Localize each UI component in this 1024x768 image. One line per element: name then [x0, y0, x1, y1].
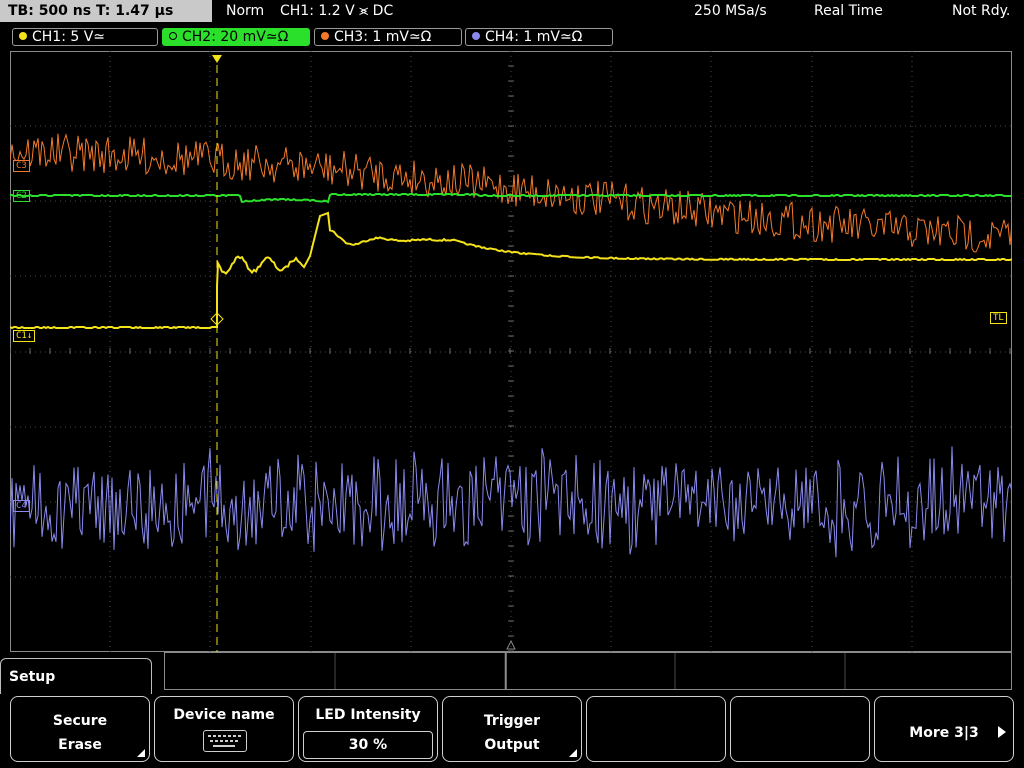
- device-name-button[interactable]: Device name: [154, 696, 294, 762]
- trigger-output-button[interactable]: Trigger Output: [442, 696, 582, 762]
- trigger-info[interactable]: CH1: 1.2 V ⪤ DC: [280, 3, 393, 20]
- acquisition-mode: Real Time: [814, 3, 883, 19]
- channel-tab-label: CH3: 1 mV≃Ω: [334, 29, 432, 45]
- next-page-icon: [998, 726, 1006, 738]
- softkey-label: Trigger: [483, 713, 541, 729]
- softkey-empty-6[interactable]: [730, 696, 870, 762]
- trigger-level-marker[interactable]: TL: [990, 312, 1007, 324]
- menu-title-tab: Setup: [0, 658, 152, 698]
- submenu-corner-icon: [137, 749, 145, 757]
- ch2-dot-icon: [169, 32, 177, 40]
- ch1-waveform: [10, 211, 1012, 330]
- channel-tab-label: CH4: 1 mV≃Ω: [485, 29, 583, 45]
- secure-erase-button[interactable]: Secure Erase: [10, 696, 150, 762]
- softkey-label: More 3|3: [909, 725, 979, 741]
- softkey-bar: Secure Erase Device name LED Intensity 3…: [0, 694, 1024, 768]
- waveform-canvas: [10, 51, 1012, 652]
- softkey-label: LED Intensity: [315, 707, 421, 723]
- channel-tabs: CH1: 5 V≃ CH2: 20 mV≃Ω CH3: 1 mV≃Ω CH4: …: [0, 26, 1024, 48]
- trigger-position-icon: [212, 55, 222, 63]
- reference-marker-icon: [506, 639, 516, 650]
- channel-tab-ch3[interactable]: CH3: 1 mV≃Ω: [314, 28, 462, 46]
- channel-tab-label: CH1: 5 V≃: [32, 29, 106, 45]
- keyboard-icon: [203, 730, 247, 752]
- softkey-empty-5[interactable]: [586, 696, 726, 762]
- submenu-corner-icon: [569, 749, 577, 757]
- softkey-label: Output: [484, 737, 540, 753]
- more-menu-button[interactable]: More 3|3: [874, 696, 1014, 762]
- center-axis-ticks: [10, 51, 1011, 652]
- channel-tab-label: CH2: 20 mV≃Ω: [182, 29, 289, 45]
- channel-tab-ch1[interactable]: CH1: 5 V≃: [12, 28, 158, 46]
- ch2-offset-marker[interactable]: C2: [13, 190, 30, 202]
- ch1-offset-marker[interactable]: C1↓: [13, 330, 36, 342]
- sample-rate: 250 MSa/s: [694, 3, 767, 19]
- ch4-offset-marker[interactable]: C4: [13, 500, 30, 512]
- softkey-label: Device name: [173, 707, 275, 723]
- acquisition-status: Not Rdy.: [952, 3, 1011, 19]
- ch1-dot-icon: [19, 32, 27, 40]
- ch4-dot-icon: [472, 32, 480, 40]
- led-intensity-button[interactable]: LED Intensity 30 %: [298, 696, 438, 762]
- channel-tab-ch2[interactable]: CH2: 20 mV≃Ω: [162, 28, 310, 46]
- overview-ticks: [334, 653, 846, 689]
- status-bar: TB: 500 ns T: 1.47 µs Norm CH1: 1.2 V ⪤ …: [0, 0, 1024, 24]
- led-intensity-value: 30 %: [303, 731, 433, 759]
- trigger-mode[interactable]: Norm: [226, 3, 264, 20]
- channel-tab-ch4[interactable]: CH4: 1 mV≃Ω: [465, 28, 613, 46]
- timebase-readout[interactable]: TB: 500 ns T: 1.47 µs: [0, 0, 212, 22]
- softkey-label: Secure: [52, 713, 108, 729]
- ch3-dot-icon: [321, 32, 329, 40]
- zoom-overview-strip: [164, 652, 1012, 690]
- ch3-offset-marker[interactable]: C3: [13, 160, 30, 172]
- softkey-label: Erase: [58, 737, 102, 753]
